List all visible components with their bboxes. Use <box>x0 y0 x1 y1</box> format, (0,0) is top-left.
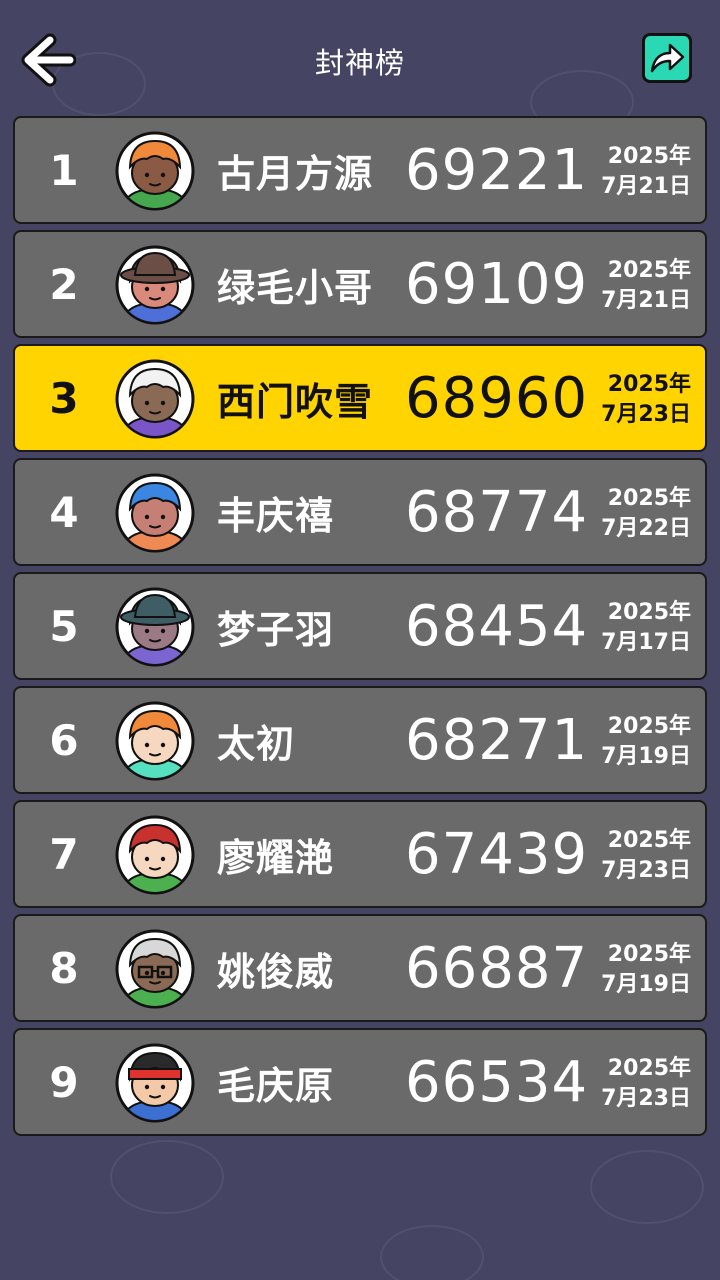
record-date: 2025年 7月23日 <box>601 370 691 430</box>
rank-number: 7 <box>49 829 79 879</box>
background-cloud <box>380 1225 484 1280</box>
rank-number: 4 <box>49 487 79 537</box>
record-year: 2025年 <box>607 144 691 169</box>
leaderboard-row: 1 古月方源 69221 2025年 7月21日 <box>13 116 707 224</box>
record-date: 2025年 7月21日 <box>601 142 691 202</box>
record-year: 2025年 <box>607 372 691 397</box>
leaderboard-list: 1 古月方源 69221 2025年 7月21日 2 绿毛小哥 69109 20… <box>13 116 707 1142</box>
player-avatar <box>115 587 195 667</box>
record-year: 2025年 <box>607 600 691 625</box>
leaderboard-row: 9 毛庆原 66534 2025年 7月23日 <box>13 1028 707 1136</box>
rank-number: 2 <box>49 259 79 309</box>
record-year: 2025年 <box>607 1056 691 1081</box>
record-date: 2025年 7月23日 <box>601 826 691 886</box>
leaderboard-row: 4 丰庆禧 68774 2025年 7月22日 <box>13 458 707 566</box>
record-day: 7月19日 <box>601 744 691 769</box>
leaderboard-row: 6 太初 68271 2025年 7月19日 <box>13 686 707 794</box>
player-score: 67439 <box>405 821 589 887</box>
player-name: 毛庆原 <box>217 1063 335 1108</box>
record-day: 7月23日 <box>601 402 691 427</box>
player-score: 68960 <box>405 365 589 431</box>
player-score: 66887 <box>405 935 589 1001</box>
player-avatar <box>115 929 195 1009</box>
share-button[interactable] <box>642 33 692 83</box>
leaderboard-screen: 封神榜 1 古月方源 69221 2025年 7月21日 2 绿毛小哥 6910… <box>0 0 720 1280</box>
leaderboard-row: 7 廖耀滟 67439 2025年 7月23日 <box>13 800 707 908</box>
record-year: 2025年 <box>607 828 691 853</box>
header-bar: 封神榜 <box>0 0 720 116</box>
player-avatar <box>115 131 195 211</box>
record-date: 2025年 7月17日 <box>601 598 691 658</box>
player-name: 梦子羽 <box>217 607 335 652</box>
player-avatar <box>115 473 195 553</box>
rank-number: 1 <box>49 145 79 195</box>
player-avatar <box>115 815 195 895</box>
player-avatar <box>115 245 195 325</box>
record-year: 2025年 <box>607 942 691 967</box>
player-name: 姚俊威 <box>217 949 335 994</box>
record-day: 7月23日 <box>601 1086 691 1111</box>
record-date: 2025年 7月23日 <box>601 1054 691 1114</box>
background-cloud <box>110 1140 224 1214</box>
page-title: 封神榜 <box>314 46 405 80</box>
record-year: 2025年 <box>607 258 691 283</box>
player-name: 廖耀滟 <box>217 835 335 880</box>
rank-number: 5 <box>49 601 79 651</box>
record-date: 2025年 7月22日 <box>601 484 691 544</box>
background-cloud <box>590 1150 704 1224</box>
player-score: 69221 <box>405 137 589 203</box>
record-day: 7月19日 <box>601 972 691 997</box>
record-day: 7月21日 <box>601 174 691 199</box>
player-avatar <box>115 359 195 439</box>
player-score: 66534 <box>405 1049 589 1115</box>
player-score: 68454 <box>405 593 589 659</box>
player-avatar <box>115 1043 195 1123</box>
rank-number: 9 <box>49 1057 79 1107</box>
rank-number: 6 <box>49 715 79 765</box>
record-day: 7月21日 <box>601 288 691 313</box>
record-date: 2025年 7月21日 <box>601 256 691 316</box>
leaderboard-row-current-player: 3 西门吹雪 68960 2025年 7月23日 <box>13 344 707 452</box>
record-date: 2025年 7月19日 <box>601 712 691 772</box>
player-score: 68774 <box>405 479 589 545</box>
leaderboard-row: 8 姚俊威 66887 2025年 7月19日 <box>13 914 707 1022</box>
player-name: 古月方源 <box>217 151 374 196</box>
rank-number: 3 <box>49 373 79 423</box>
leaderboard-row: 5 梦子羽 68454 2025年 7月17日 <box>13 572 707 680</box>
share-arrow-icon <box>650 43 685 73</box>
player-score: 68271 <box>405 707 589 773</box>
player-score: 69109 <box>405 251 589 317</box>
player-avatar <box>115 701 195 781</box>
player-name: 太初 <box>217 721 296 766</box>
record-year: 2025年 <box>607 486 691 511</box>
leaderboard-row: 2 绿毛小哥 69109 2025年 7月21日 <box>13 230 707 338</box>
record-day: 7月22日 <box>601 516 691 541</box>
player-name: 丰庆禧 <box>217 493 335 538</box>
record-day: 7月17日 <box>601 630 691 655</box>
record-year: 2025年 <box>607 714 691 739</box>
player-name: 西门吹雪 <box>217 379 374 424</box>
record-day: 7月23日 <box>601 858 691 883</box>
record-date: 2025年 7月19日 <box>601 940 691 1000</box>
player-name: 绿毛小哥 <box>217 265 374 310</box>
rank-number: 8 <box>49 943 79 993</box>
